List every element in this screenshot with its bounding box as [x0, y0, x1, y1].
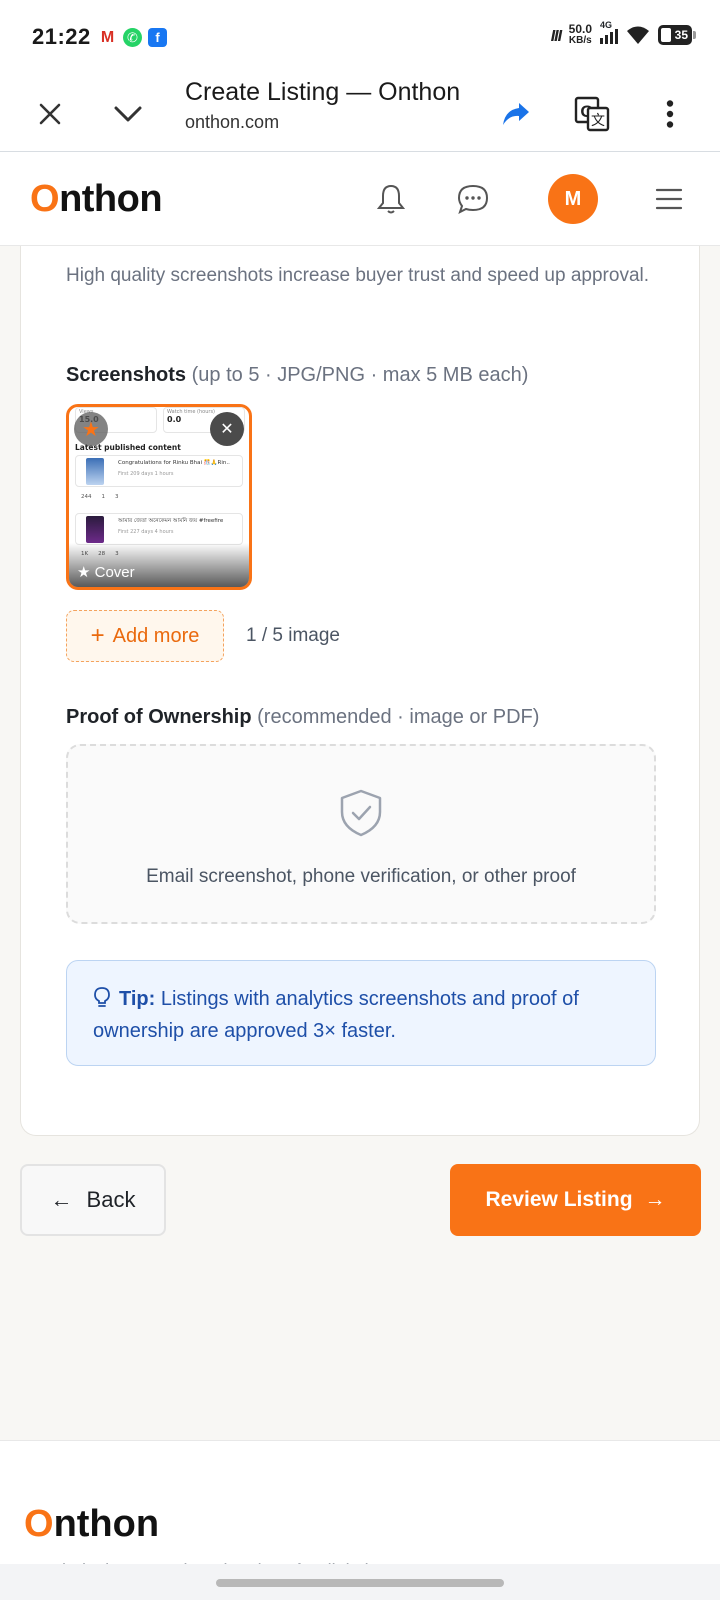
gesture-nav-area — [0, 1564, 720, 1600]
arrow-right-icon: → — [644, 1188, 666, 1211]
share-icon[interactable] — [494, 92, 538, 136]
image-count: 1 / 5 image — [246, 625, 340, 646]
translate-icon[interactable]: G文 — [570, 92, 614, 136]
tip-box: Tip: Listings with analytics screenshots… — [66, 960, 656, 1066]
network-speed: 50.0 KB/s — [568, 22, 592, 46]
chat-icon[interactable] — [450, 176, 496, 222]
site-logo[interactable]: Onthon — [30, 178, 163, 221]
section-description: High quality screenshots increase buyer … — [66, 265, 650, 286]
shield-check-icon — [340, 789, 382, 837]
notification-icons: M ✆ f — [98, 28, 167, 47]
arrow-left-icon: ← — [50, 1187, 73, 1212]
proof-upload-dropzone[interactable]: Email screenshot, phone verification, or… — [66, 744, 656, 924]
chevron-down-icon[interactable] — [106, 92, 150, 136]
thumb-content-row: Congratulations for Rinku Bhai 🎊🙏Rin.. F… — [75, 455, 243, 487]
menu-icon[interactable] — [646, 176, 692, 222]
page-title: Create Listing — Onthon — [185, 78, 461, 106]
wifi-icon — [627, 26, 649, 44]
lightbulb-icon — [94, 987, 110, 1007]
signal-icon: 4G — [600, 20, 618, 44]
tip-text: Listings with analytics screenshots and … — [93, 988, 579, 1042]
listing-form-card: High quality screenshots increase buyer … — [20, 246, 700, 1136]
screenshots-label: Screenshots (up to 5 · JPG/PNG · max 5 M… — [66, 364, 529, 386]
back-button[interactable]: ← Back — [20, 1164, 166, 1236]
browser-toolbar: Create Listing — Onthon onthon.com G文 — [0, 76, 720, 152]
tip-title: Tip: — [119, 988, 156, 1010]
close-icon[interactable] — [28, 92, 72, 136]
status-right: ווו 50.0 KB/s 4G 35 — [550, 20, 696, 46]
page-url: onthon.com — [185, 112, 280, 132]
review-listing-button[interactable]: Review Listing → — [450, 1164, 701, 1236]
battery-icon: 35 — [658, 25, 696, 45]
screenshot-thumbnail[interactable]: Views15.0 Watch time (hours)0.0 Latest p… — [66, 404, 252, 590]
dropzone-text: Email screenshot, phone verification, or… — [146, 866, 576, 887]
bell-icon[interactable] — [368, 176, 414, 222]
avatar[interactable]: M — [548, 174, 598, 224]
thumb-video-image — [86, 516, 104, 543]
footer-logo[interactable]: Onthon — [24, 1503, 159, 1546]
cover-label: ★ Cover — [77, 564, 135, 581]
home-gesture-bar[interactable] — [216, 1579, 504, 1587]
facebook-icon: f — [148, 28, 167, 47]
thumb-row-stats: 244 1 3 — [81, 494, 119, 500]
site-header: Onthon M — [0, 152, 720, 246]
more-vert-icon[interactable] — [648, 92, 692, 136]
add-more-button[interactable]: + Add more — [66, 610, 224, 662]
set-cover-star-icon[interactable]: ★ — [74, 412, 108, 446]
remove-screenshot-button[interactable]: ✕ — [210, 412, 244, 446]
status-bar: 21:22 M ✆ f ווו 50.0 KB/s 4G 35 — [0, 0, 720, 76]
status-time: 21:22 — [32, 24, 91, 49]
gmail-icon: M — [98, 28, 117, 47]
svg-text:文: 文 — [591, 113, 605, 129]
thumb-video-image — [86, 458, 104, 485]
network-logo-icon: ווו — [550, 24, 562, 45]
plus-icon: + — [90, 622, 105, 649]
thumb-content-row: আমার জেতা অনেকেমন আমনি জয় #freefire Fir… — [75, 513, 243, 545]
proof-label: Proof of Ownership (recommended · image … — [66, 706, 540, 728]
whatsapp-icon: ✆ — [123, 28, 142, 47]
